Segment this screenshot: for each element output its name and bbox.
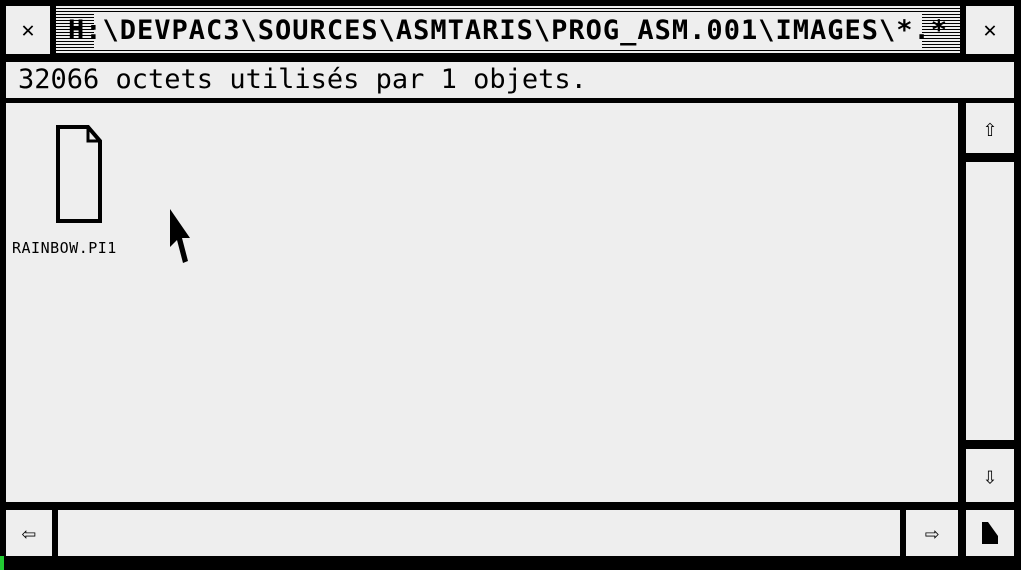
window-content[interactable]: RAINBOW.PI1	[6, 103, 958, 502]
file-label: RAINBOW.PI1	[12, 239, 117, 257]
arrow-down-icon: ⇩	[982, 461, 998, 490]
arrow-right-icon: ⇨	[924, 519, 940, 547]
scroll-up-button[interactable]: ⇧	[966, 103, 1014, 153]
scroll-right-button[interactable]: ⇨	[906, 510, 958, 556]
resize-box-button[interactable]	[966, 510, 1014, 556]
info-line: 32066 octets utilisés par 1 objets.	[6, 62, 1014, 98]
arrow-up-icon: ⇧	[982, 114, 998, 142]
full-box-button[interactable]: ✕	[966, 6, 1014, 54]
scroll-down-button[interactable]: ⇩	[966, 449, 1014, 502]
window-title: H:\DEVPAC3\SOURCES\ASMTARIS\PROG_ASM.001…	[68, 12, 947, 48]
fullsize-icon: ✕	[983, 17, 997, 43]
document-icon[interactable]	[56, 125, 102, 225]
close-box-button[interactable]: ✕	[6, 6, 50, 54]
edge-marker	[0, 556, 4, 570]
desktop-window: ✕ H:\DEVPAC3\SOURCES\ASMTARIS\PROG_ASM.0…	[0, 0, 1021, 570]
scroll-left-button[interactable]: ⇦	[6, 510, 52, 556]
title-bar[interactable]: H:\DEVPAC3\SOURCES\ASMTARIS\PROG_ASM.001…	[56, 6, 960, 54]
close-icon: ✕	[21, 17, 35, 43]
resize-icon	[982, 522, 998, 544]
vertical-scroll-track[interactable]	[966, 162, 1014, 440]
mouse-pointer-icon	[168, 207, 190, 269]
horizontal-scroll-track[interactable]	[58, 510, 900, 556]
arrow-left-icon: ⇦	[21, 519, 37, 547]
